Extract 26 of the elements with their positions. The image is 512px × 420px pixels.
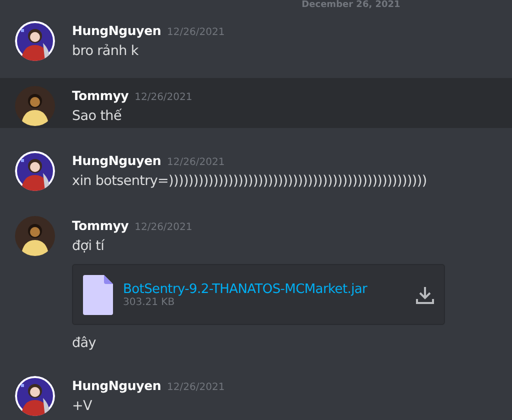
message-text: đợi tí [72, 237, 106, 256]
avatar[interactable] [15, 376, 55, 416]
date-divider: December 26, 2021 [302, 0, 400, 10]
message-text: Sao thế [72, 107, 123, 126]
timestamp: 12/26/2021 [134, 91, 192, 105]
timestamp: 12/26/2021 [134, 221, 192, 235]
message-text: bro rảnh k [72, 42, 140, 61]
avatar[interactable] [15, 21, 55, 61]
message-text: xin botsentry=)))))))))))))))))))))))))))))))))))))))))))))))))))) [72, 172, 427, 191]
message-text: +V [72, 397, 93, 416]
avatar[interactable] [15, 151, 55, 191]
username[interactable]: HungNguyen [72, 376, 162, 396]
download-icon[interactable] [416, 286, 434, 304]
timestamp: 12/26/2021 [167, 381, 225, 395]
timestamp: 12/26/2021 [167, 156, 225, 170]
avatar[interactable] [15, 86, 55, 126]
file-link[interactable]: BotSentry-9.2-THANATOS-MCMarket.jar [123, 282, 406, 296]
username[interactable]: Tommyy [72, 216, 129, 236]
username[interactable]: HungNguyen [72, 151, 162, 171]
avatar[interactable] [15, 216, 55, 256]
message-text: đây [72, 334, 97, 353]
file-icon [83, 274, 113, 314]
username[interactable]: Tommyy [72, 86, 129, 106]
username[interactable]: HungNguyen [72, 21, 162, 41]
timestamp: 12/26/2021 [167, 26, 225, 40]
file-size: 303.21 KB [123, 296, 176, 308]
